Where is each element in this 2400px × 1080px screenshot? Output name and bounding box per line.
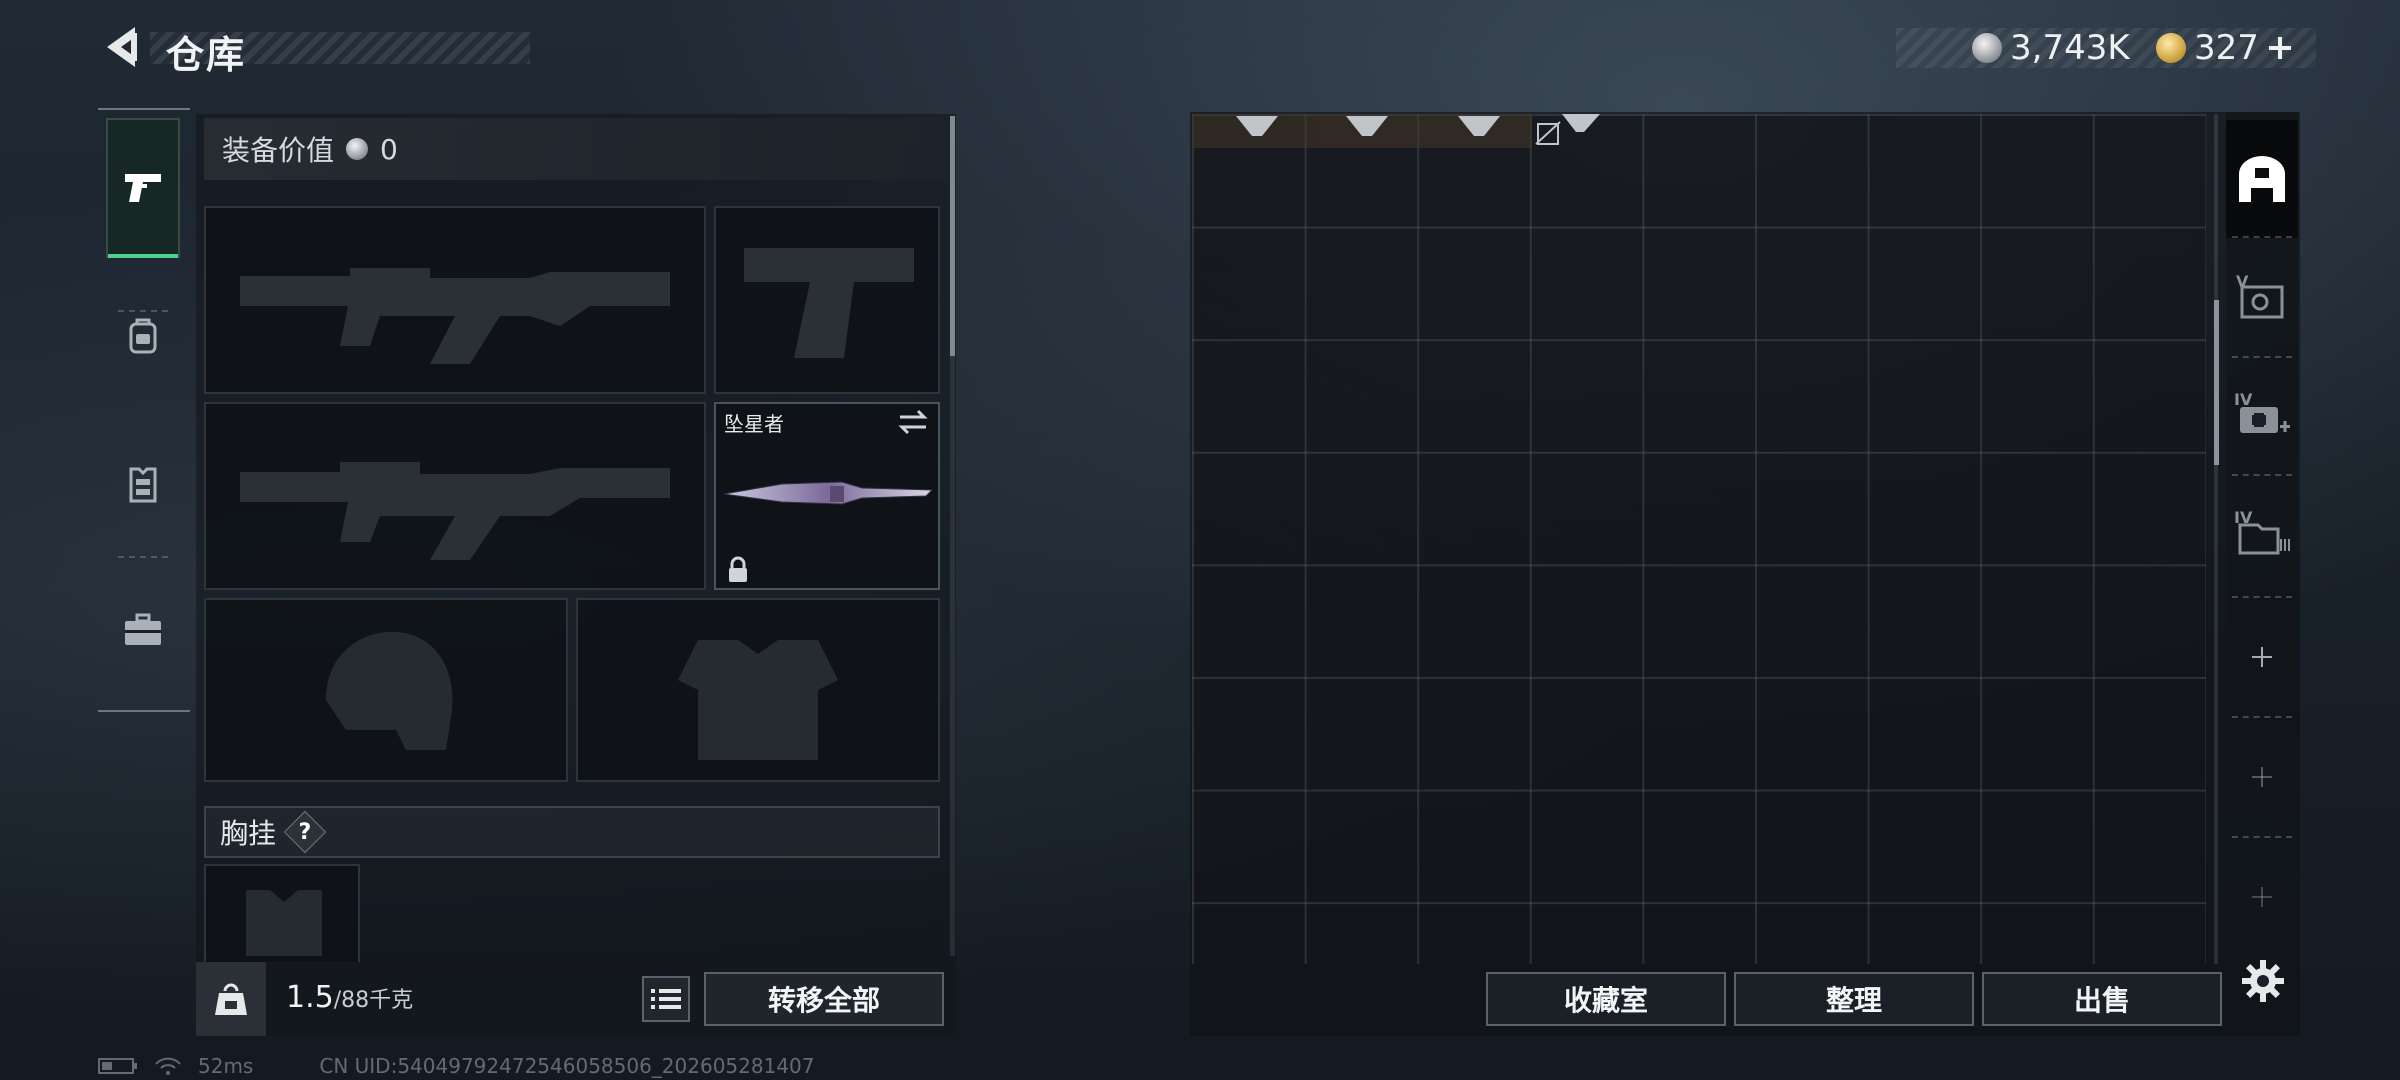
weight-readout: 1.5/88千克 [286, 980, 413, 1015]
melee-item-name: 坠星者 [724, 412, 784, 436]
equipment-value-label: 装备价值 [222, 134, 335, 167]
gear-icon [2242, 960, 2284, 1002]
plus-icon[interactable] [2267, 35, 2293, 61]
tab-weapons[interactable] [106, 118, 180, 258]
equipment-value: 0 [380, 132, 398, 166]
organize-button[interactable]: 整理 [1734, 972, 1974, 1026]
primary-weapon-slot[interactable] [204, 206, 706, 394]
status-line: 52ms CN UID:540497924725460585​06_202605… [98, 1054, 815, 1078]
uid-text: CN UID:540497924725460585​06_20260528140… [319, 1054, 815, 1078]
no-signal-item-icon[interactable] [1532, 114, 1602, 148]
pistol-icon [125, 174, 161, 202]
helmet-silhouette-icon [326, 631, 453, 750]
chest-rig-silhouette-icon [246, 890, 322, 956]
gold-currency-value: 327 [2194, 28, 2259, 68]
rail-bottom-border [98, 710, 190, 712]
storage-tab-home[interactable] [2226, 120, 2298, 238]
rail-separator [118, 556, 168, 558]
backpack-icon [129, 318, 157, 354]
ammo-box-level-iv-icon: IV [2234, 508, 2290, 555]
back-arrow-icon [107, 27, 137, 67]
briefcase-icon [125, 613, 161, 645]
svg-text:IV: IV [2234, 390, 2253, 409]
page-title: 仓库 [166, 33, 247, 77]
item-chip-icon [1458, 116, 1500, 136]
gold-currency[interactable]: 327 [2156, 26, 2293, 70]
chest-rig-section-header: 胸挂 ? [204, 806, 940, 858]
list-view-button[interactable] [642, 976, 690, 1022]
weight-button[interactable] [196, 962, 266, 1036]
add-icon [2252, 647, 2272, 667]
item-chip-icon [1236, 116, 1278, 136]
storage-home-icon [2239, 156, 2285, 202]
helmet-slot[interactable] [204, 598, 568, 782]
storage-tab-medical-box[interactable]: IV [2226, 356, 2298, 474]
storage-add-slot[interactable] [2226, 598, 2298, 716]
back-button[interactable] [96, 22, 146, 72]
medical-box-level-iv-icon: IV [2234, 390, 2290, 433]
storage-scroll-track[interactable] [2214, 114, 2218, 964]
storage-add-slot[interactable] [2226, 718, 2298, 836]
storage-scrollbar[interactable] [2214, 300, 2219, 465]
transfer-all-button[interactable]: 转移全部 [704, 972, 944, 1026]
knife-icon [723, 481, 934, 505]
rail-top-border [98, 108, 190, 110]
sidearm-slot[interactable] [714, 206, 940, 394]
storage-tab-ammo-box[interactable]: IV [2226, 474, 2298, 592]
secondary-weapon-slot[interactable] [204, 402, 706, 590]
rifle-silhouette-icon [240, 268, 670, 364]
lock-icon [729, 556, 747, 582]
chest-rig-label: 胸挂 [220, 817, 277, 850]
vest-icon [129, 467, 157, 503]
tab-briefcase[interactable] [106, 560, 180, 700]
settings-button[interactable] [2236, 954, 2290, 1008]
sell-button[interactable]: 出售 [1982, 972, 2222, 1026]
weight-current: 1.5 [286, 980, 334, 1015]
weight-icon [215, 983, 247, 1015]
armor-silhouette-icon [678, 640, 838, 760]
storage-top-row-items[interactable] [1192, 114, 1532, 148]
silver-currency-value: 3,743K [2010, 28, 2130, 68]
battery-icon [98, 1058, 137, 1074]
swap-icon[interactable] [896, 408, 930, 436]
silver-coin-icon [1972, 33, 2002, 63]
storage-grid[interactable] [1192, 114, 2206, 964]
pistol-silhouette-icon [744, 248, 914, 358]
help-icon[interactable]: ? [283, 810, 327, 854]
rifle-silhouette-icon [240, 462, 670, 560]
ping-value: 52ms [198, 1054, 254, 1078]
silver-currency: 3,743K [1972, 26, 2130, 70]
wifi-icon [155, 1057, 181, 1075]
gold-coin-icon [2156, 33, 2186, 63]
storage-tab-safe-box[interactable]: V [2226, 238, 2298, 356]
equipment-value-bar: 装备价值 0 [204, 118, 944, 180]
armor-slot[interactable] [576, 598, 940, 782]
weight-max: /88千克 [333, 988, 414, 1013]
melee-slot[interactable]: 坠星者 [714, 402, 940, 590]
tab-vest[interactable] [106, 414, 180, 554]
safe-box-level-v-icon: V [2236, 272, 2284, 319]
chest-rig-slot[interactable] [204, 864, 360, 964]
list-icon [651, 989, 681, 1009]
equipment-scrollbar[interactable] [950, 116, 955, 356]
tab-backpack[interactable] [106, 266, 180, 406]
collection-room-button[interactable]: 收藏室 [1486, 972, 1726, 1026]
add-icon [2252, 887, 2272, 907]
item-chip-icon [1346, 116, 1388, 136]
silver-coin-icon [346, 138, 369, 160]
add-icon [2252, 767, 2272, 787]
storage-add-slot[interactable] [2226, 838, 2298, 956]
